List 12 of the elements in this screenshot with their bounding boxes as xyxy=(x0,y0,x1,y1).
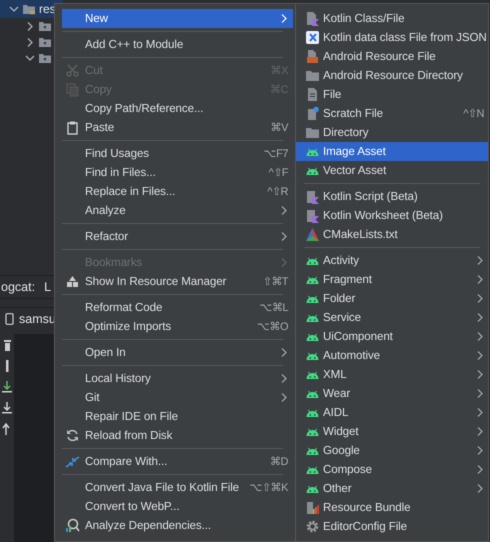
shortcut-label: ⌘D xyxy=(270,455,288,468)
shortcut-label: ⇧⌘T xyxy=(262,275,288,288)
shortcut-label: ⌥⌘L xyxy=(259,301,288,314)
shortcut-label: ^⇧R xyxy=(267,185,288,198)
shortcut-label: ^⇧F xyxy=(268,166,288,179)
logcat-label: ogcat: xyxy=(1,280,36,294)
shortcut-label: ⌥⇧⌘K xyxy=(250,481,288,494)
shortcut-label: ⌥F7 xyxy=(264,147,288,160)
shortcut-label: ⌥⌘O xyxy=(256,320,288,333)
shortcut-label: ⌘V xyxy=(270,121,288,134)
filter-text: L xyxy=(44,280,52,294)
shortcut-label: ^⇧N xyxy=(463,107,484,120)
